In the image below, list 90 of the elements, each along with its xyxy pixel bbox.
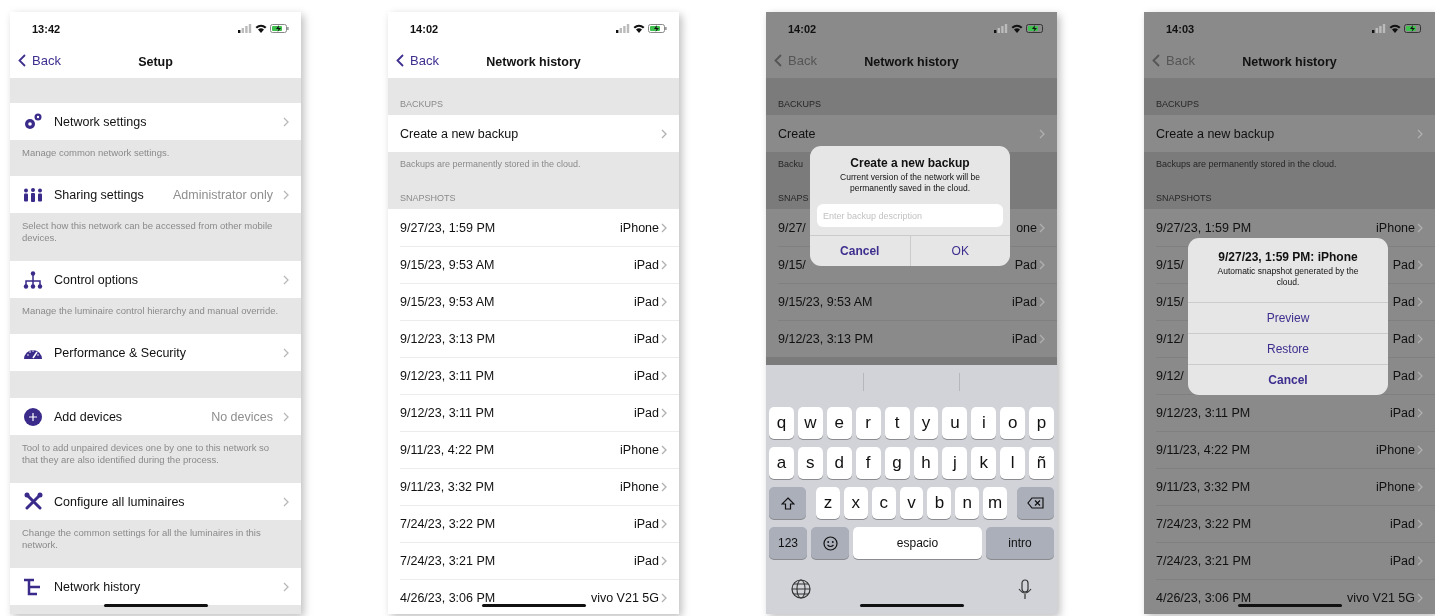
section-header: SNAPSHOTS	[1156, 193, 1212, 203]
row-label: 9/11/23, 3:32 PM	[400, 479, 495, 494]
row-label: 4/26/23, 3:06 PM	[400, 590, 496, 605]
row-label: 9/15/	[1156, 257, 1184, 272]
row-value: Pad	[1392, 257, 1415, 272]
row-label: Create a new backup	[400, 126, 519, 141]
screen-title: Network history	[864, 54, 959, 69]
row-label: 9/12/23, 3:13 PM	[778, 331, 874, 346]
row-value: vivo V21 5G	[1346, 590, 1415, 605]
section-header: BACKUPS	[1156, 99, 1199, 109]
row-label: 7/24/23, 3:21 PM	[1156, 553, 1252, 568]
row-value: iPad	[1389, 405, 1415, 420]
dialog-title: 9/27/23, 1:59 PM: iPhone	[1218, 250, 1358, 264]
row-value: iPhone	[620, 220, 659, 235]
dialog-title: Create a new backup	[850, 156, 970, 170]
row-value: iPad	[633, 368, 659, 383]
row-label: 9/15/23, 9:53 AM	[778, 294, 873, 309]
row-value: Pad	[1014, 257, 1037, 272]
row-label: Control options	[54, 272, 140, 287]
screen-title: Network history	[1242, 54, 1337, 69]
row-value: iPad	[1011, 331, 1037, 346]
section-header: BACKUPS	[400, 99, 443, 109]
section-header: SNAPSHOTS	[400, 193, 456, 203]
row-label: 7/24/23, 3:22 PM	[400, 516, 496, 531]
row-label: Sharing settings	[54, 187, 145, 202]
row-label: 9/12/23, 3:13 PM	[400, 331, 496, 346]
row-value: iPad	[633, 294, 659, 309]
row-label: 9/12/	[1156, 368, 1184, 383]
row-description: Select how this network can be accessed from other mobile devices.	[22, 220, 274, 244]
section-footer: Backups are permanently stored in the cloud.	[400, 159, 581, 169]
row-value: iPad	[1389, 553, 1415, 568]
dialog-message: Automatic snapshot generated by the cloud.	[1216, 266, 1360, 288]
row-label: 9/12/23, 3:11 PM	[400, 405, 495, 420]
row-value: iPhone	[1376, 442, 1415, 457]
row-label: 9/27/23, 1:59 PM	[400, 220, 496, 235]
row-value: iPhone	[1376, 220, 1415, 235]
row-value: iPhone	[620, 479, 659, 494]
row-value: vivo V21 5G	[590, 590, 659, 605]
row-value: iPad	[633, 553, 659, 568]
row-label: 7/24/23, 3:22 PM	[1156, 516, 1252, 531]
row-description: Manage the luminaire control hierarchy and manual override.	[22, 305, 280, 317]
row-value: No devices	[211, 409, 273, 424]
section-header: BACKUPS	[778, 99, 821, 109]
section-header: SNAPS	[778, 193, 809, 203]
row-description: Change the common settings for all the luminaires in this network.	[22, 527, 262, 551]
row-value: one	[1016, 220, 1037, 235]
row-label: Network history	[54, 579, 142, 594]
row-label: 9/12/23, 3:11 PM	[1156, 405, 1251, 420]
screen-title: Network history	[486, 54, 581, 69]
section-footer: Backu	[778, 159, 803, 169]
status-time: 14:02	[788, 22, 817, 35]
row-label: 9/15/23, 9:53 AM	[400, 294, 495, 309]
row-label: Create a new backup	[1156, 126, 1275, 141]
status-time: 14:02	[410, 22, 439, 35]
row-label: Network settings	[54, 114, 148, 129]
row-label: 9/12/	[1156, 331, 1184, 346]
row-label: 9/11/23, 4:22 PM	[400, 442, 495, 457]
row-label: 9/15/	[778, 257, 806, 272]
row-label: Configure all luminaires	[54, 494, 186, 509]
row-label: 9/27/23, 1:59 PM	[1156, 220, 1252, 235]
row-value: iPad	[633, 257, 659, 272]
status-time: 14:03	[1166, 22, 1195, 35]
row-value: iPhone	[1376, 479, 1415, 494]
section-footer: Backups are permanently stored in the cloud.	[1156, 159, 1337, 169]
row-label: Create	[778, 126, 816, 141]
row-value: iPad	[633, 405, 659, 420]
row-value: iPad	[1011, 294, 1037, 309]
row-value: iPad	[1389, 516, 1415, 531]
dialog-message: Current version of the network will be permanently saved in the cloud.	[839, 172, 981, 194]
row-value: iPad	[633, 516, 659, 531]
row-label: 4/26/23, 3:06 PM	[1156, 590, 1252, 605]
row-label: Add devices	[54, 409, 124, 424]
row-description: Manage common network settings.	[22, 147, 171, 159]
row-label: 9/11/23, 4:22 PM	[1156, 442, 1251, 457]
row-value: iPad	[633, 331, 659, 346]
row-value: Administrator only	[172, 187, 273, 202]
row-value: Pad	[1392, 331, 1415, 346]
row-label: 9/27/	[778, 220, 806, 235]
screen-title: Setup	[138, 54, 173, 69]
row-value: Pad	[1392, 294, 1415, 309]
row-label: 9/11/23, 3:32 PM	[1156, 479, 1251, 494]
row-label: 9/15/23, 9:53 AM	[400, 257, 495, 272]
row-label: 7/24/23, 3:21 PM	[400, 553, 496, 568]
row-description: Tool to add unpaired devices one by one to this network so that they are also identified during the process.	[22, 442, 271, 466]
row-value: Pad	[1392, 368, 1415, 383]
status-time: 13:42	[32, 22, 61, 35]
row-label: 9/15/	[1156, 294, 1184, 309]
row-label: 9/12/23, 3:11 PM	[400, 368, 495, 383]
row-value: iPhone	[620, 442, 659, 457]
row-label: Performance & Security	[54, 345, 187, 360]
